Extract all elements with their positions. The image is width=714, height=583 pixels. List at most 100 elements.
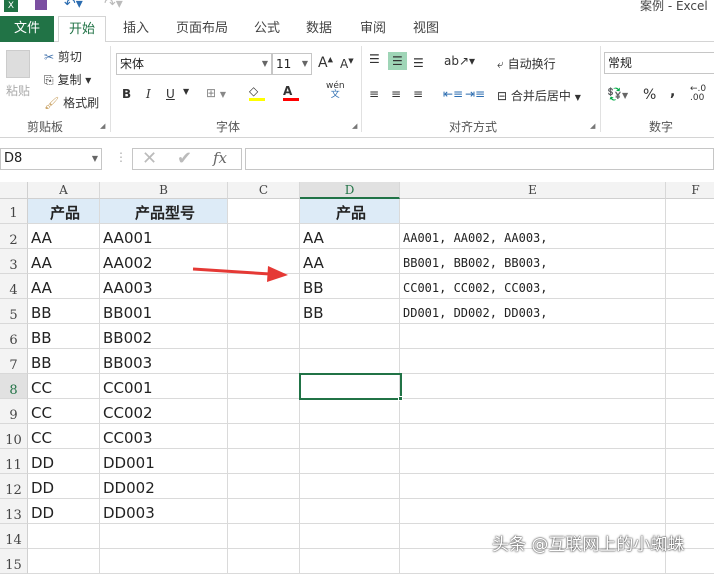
insert-function-icon[interactable]: fx <box>213 149 227 167</box>
cell-C5[interactable] <box>228 299 300 324</box>
cell-D4[interactable]: BB <box>300 274 400 299</box>
increase-decimal-icon[interactable]: ←.0.00 <box>690 85 706 103</box>
cell-D13[interactable] <box>300 499 400 524</box>
wrap-text-button[interactable]: ⤶ 自动换行 <box>497 55 556 72</box>
cell-B13[interactable]: DD003 <box>100 499 228 524</box>
cell-D3[interactable]: AA <box>300 249 400 274</box>
cell-F10[interactable] <box>666 424 714 449</box>
row-header-7[interactable]: 7 <box>0 349 28 374</box>
underline-button[interactable]: U <box>166 87 175 101</box>
row-header-8[interactable]: 8 <box>0 374 28 399</box>
number-format-dropdown[interactable]: 常规 <box>604 52 714 74</box>
cell-E6[interactable] <box>400 324 666 349</box>
enter-icon[interactable]: ✔ <box>177 148 192 169</box>
cell-E3[interactable]: BB001, BB002, BB003, <box>400 249 666 274</box>
tab-review[interactable]: 审阅 <box>350 16 396 42</box>
cell-C10[interactable] <box>228 424 300 449</box>
cell-B14[interactable] <box>100 524 228 549</box>
cell-E9[interactable] <box>400 399 666 424</box>
cell-D6[interactable] <box>300 324 400 349</box>
cell-F1[interactable] <box>666 199 714 224</box>
row-header-4[interactable]: 4 <box>0 274 28 299</box>
copy-button[interactable]: ⎘ 复制 ▾ <box>44 71 91 88</box>
increase-font-icon[interactable]: A▲ <box>318 55 333 71</box>
cell-C14[interactable] <box>228 524 300 549</box>
cell-A10[interactable]: CC <box>28 424 100 449</box>
column-header-D[interactable]: D <box>300 182 400 199</box>
cell-D12[interactable] <box>300 474 400 499</box>
formula-input[interactable] <box>245 148 714 170</box>
save-icon[interactable] <box>35 0 47 10</box>
cell-C1[interactable] <box>228 199 300 224</box>
cell-A8[interactable]: CC <box>28 374 100 399</box>
cell-D15[interactable] <box>300 549 400 574</box>
cell-B2[interactable]: AA001 <box>100 224 228 249</box>
column-header-C[interactable]: C <box>228 182 300 199</box>
cell-F8[interactable] <box>666 374 714 399</box>
cell-C13[interactable] <box>228 499 300 524</box>
select-all-button[interactable] <box>0 182 28 199</box>
cell-D11[interactable] <box>300 449 400 474</box>
cell-E13[interactable] <box>400 499 666 524</box>
cell-A2[interactable]: AA <box>28 224 100 249</box>
cell-B10[interactable]: CC003 <box>100 424 228 449</box>
bold-button[interactable]: B <box>122 87 131 101</box>
drag-handle-icon[interactable]: ⋮ <box>115 150 127 164</box>
tab-home[interactable]: 开始 <box>58 16 107 43</box>
column-header-E[interactable]: E <box>400 182 666 199</box>
cell-A7[interactable]: BB <box>28 349 100 374</box>
cell-C11[interactable] <box>228 449 300 474</box>
font-color-button[interactable]: A <box>283 84 299 101</box>
row-header-12[interactable]: 12 <box>0 474 28 499</box>
row-header-3[interactable]: 3 <box>0 249 28 274</box>
cell-C12[interactable] <box>228 474 300 499</box>
cell-F5[interactable] <box>666 299 714 324</box>
cell-E11[interactable] <box>400 449 666 474</box>
tab-page-layout[interactable]: 页面布局 <box>166 16 238 42</box>
cell-A12[interactable]: DD <box>28 474 100 499</box>
tab-insert[interactable]: 插入 <box>113 16 159 42</box>
cell-A11[interactable]: DD <box>28 449 100 474</box>
column-header-B[interactable]: B <box>100 182 228 199</box>
borders-icon[interactable]: ⊞ ▼ <box>206 86 226 100</box>
cell-E10[interactable] <box>400 424 666 449</box>
cell-C8[interactable] <box>228 374 300 399</box>
cell-C6[interactable] <box>228 324 300 349</box>
paste-button[interactable]: 粘贴 <box>6 50 32 99</box>
cell-A4[interactable]: AA <box>28 274 100 299</box>
row-header-9[interactable]: 9 <box>0 399 28 424</box>
cell-C2[interactable] <box>228 224 300 249</box>
cell-A15[interactable] <box>28 549 100 574</box>
format-painter-button[interactable]: 🖌 格式刷 <box>44 94 99 111</box>
phonetic-button[interactable]: wén 文 <box>326 82 345 100</box>
cell-A3[interactable]: AA <box>28 249 100 274</box>
tab-data[interactable]: 数据 <box>296 16 342 42</box>
cell-D7[interactable] <box>300 349 400 374</box>
cell-C7[interactable] <box>228 349 300 374</box>
cell-A13[interactable]: DD <box>28 499 100 524</box>
cell-E1[interactable] <box>400 199 666 224</box>
dialog-launcher-icon[interactable]: ◢ <box>352 122 357 130</box>
align-bottom-icon[interactable]: ☰ <box>413 56 424 70</box>
comma-button[interactable]: , <box>670 84 675 100</box>
cell-B8[interactable]: CC001 <box>100 374 228 399</box>
row-header-14[interactable]: 14 <box>0 524 28 549</box>
merge-center-button[interactable]: ⊟ 合并后居中 ▼ <box>497 87 581 104</box>
cell-E4[interactable]: CC001, CC002, CC003, <box>400 274 666 299</box>
row-header-6[interactable]: 6 <box>0 324 28 349</box>
cell-C9[interactable] <box>228 399 300 424</box>
cell-E8[interactable] <box>400 374 666 399</box>
cell-F11[interactable] <box>666 449 714 474</box>
orientation-icon[interactable]: ab↗▾ <box>444 54 475 68</box>
row-header-15[interactable]: 15 <box>0 549 28 574</box>
cell-B12[interactable]: DD002 <box>100 474 228 499</box>
cell-A9[interactable]: CC <box>28 399 100 424</box>
row-header-11[interactable]: 11 <box>0 449 28 474</box>
cell-D14[interactable] <box>300 524 400 549</box>
align-top-icon[interactable]: ☰ <box>369 52 380 66</box>
cell-D2[interactable]: AA <box>300 224 400 249</box>
row-header-10[interactable]: 10 <box>0 424 28 449</box>
cell-B11[interactable]: DD001 <box>100 449 228 474</box>
row-header-2[interactable]: 2 <box>0 224 28 249</box>
align-right-icon[interactable]: ≡ <box>413 87 423 101</box>
